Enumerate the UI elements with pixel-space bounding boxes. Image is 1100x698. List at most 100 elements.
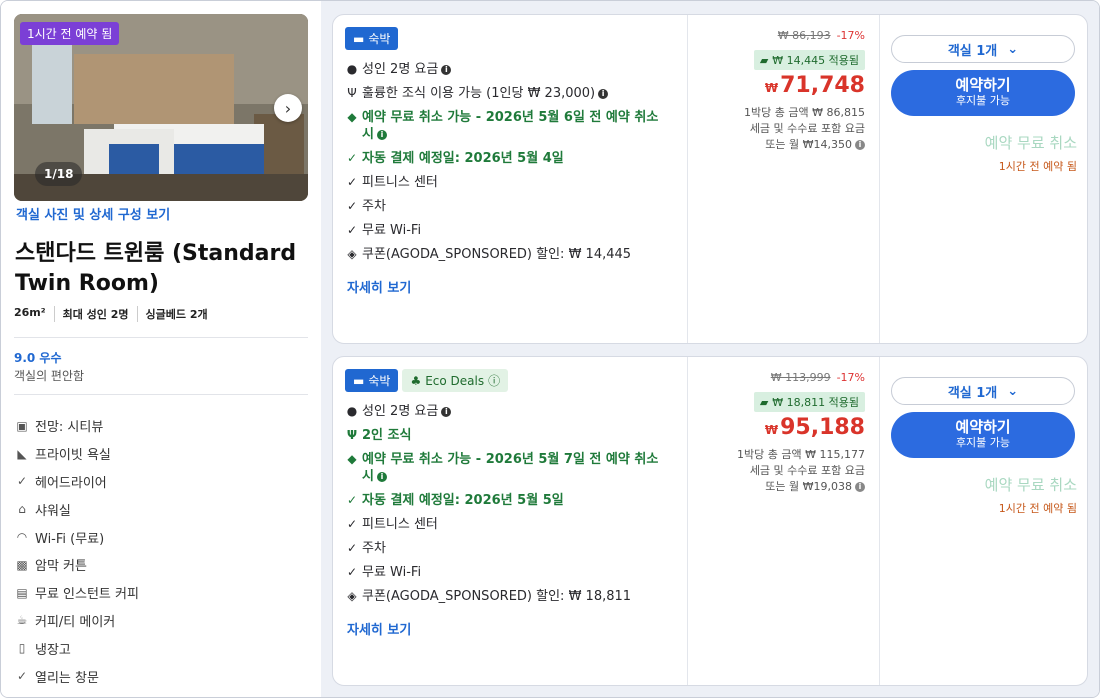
price-notes: 1박당 총 금액 ₩ 86,815 세금 및 수수료 포함 요금 또는 월 ₩1… (744, 105, 865, 153)
check-icon: ✓ (346, 175, 358, 189)
amenity-item: ☕ 커피/티 메이커 (15, 607, 139, 635)
amenity-label: 전망: 시티뷰 (35, 420, 104, 436)
feature-text: 예약 무료 취소 가능 - 2026년 5월 6일 전 예약 취소 시 (362, 110, 659, 142)
price-value: 71,748 (780, 73, 865, 98)
original-price-row: ₩ 86,193 -17% (778, 29, 865, 42)
feature-text: 무료 Wi-Fi (362, 565, 422, 580)
feature-text: 쿠폰(AGODA_SPONSORED) 할인: ₩ 18,811 (362, 589, 632, 604)
feature-item: ✓ 자동 결제 예정일: 2026년 5월 4일 (345, 150, 670, 167)
info-icon[interactable]: i (376, 471, 387, 482)
next-photo-button[interactable]: › (274, 94, 302, 122)
booked-recently-badge: 1시간 전 예약 됨 (20, 22, 120, 45)
info-icon[interactable]: i (855, 140, 865, 150)
stay-tag: ▬ 숙박 (345, 369, 399, 392)
book-button-label: 예약하기 (955, 76, 1011, 94)
divider (14, 394, 308, 395)
check-icon: ✓ (346, 541, 358, 555)
coupon-applied-label: ₩ 18,811 적용됨 (772, 396, 859, 409)
price-notes: 1박당 총 금액 ₩ 115,177 세금 및 수수료 포함 요금 또는 월 ₩… (737, 447, 865, 495)
room-quantity-select[interactable]: 객실 1개 ⌄ (891, 377, 1075, 405)
book-button-label: 예약하기 (955, 418, 1011, 436)
feature-item: ✓ 주차 (345, 198, 670, 215)
room-rating-subtitle: 객실의 편안함 (14, 369, 85, 383)
info-icon[interactable]: i (441, 64, 452, 75)
book-button[interactable]: 예약하기 후지불 가능 (891, 70, 1075, 116)
room-quantity-label: 객실 1개 (947, 385, 998, 401)
book-button-sublabel: 후지불 가능 (955, 436, 1011, 449)
coupon-applied-label: ₩ 14,445 적용됨 (772, 54, 859, 67)
blackout-curtain-icon: ▩ (16, 557, 28, 572)
more-details-link[interactable]: 자세히 보기 (347, 277, 411, 296)
amenity-list: ▣ 전망: 시티뷰 ◣ 프라이빗 욕실 ✓ 헤어드라이어 ⌂ 샤워실 ◠ Wi-Fi (무… (15, 412, 139, 690)
feature-text: 무료 Wi-Fi (362, 223, 422, 238)
amenity-item: ✓ 헤어드라이어 (15, 468, 139, 496)
view-icon: ▣ (16, 418, 28, 433)
book-button[interactable]: 예약하기 후지불 가능 (891, 412, 1075, 458)
stay-tag: ▬ 숙박 (345, 27, 399, 50)
shield-icon: ◆ (347, 110, 357, 124)
feature-item: ◈ 쿠폰(AGODA_SPONSORED) 할인: ₩ 14,445 (345, 246, 670, 263)
info-icon[interactable]: i (598, 88, 609, 99)
eco-deals-label: Eco Deals (425, 373, 485, 388)
check-icon: ✓ (16, 474, 28, 489)
feature-item: ◈ 쿠폰(AGODA_SPONSORED) 할인: ₩ 18,811 (345, 588, 670, 605)
room-offer-panel: 1시간 전 예약 됨 1/18 › 객실 사진 및 상세 구성 보기 스탠다드 … (0, 0, 1100, 698)
person-icon: ● (346, 62, 358, 76)
feature-text: 2인 조식 (362, 428, 412, 443)
info-icon[interactable]: i (441, 406, 452, 417)
more-details-link[interactable]: 자세히 보기 (347, 619, 411, 638)
free-cancel-label: 예약 무료 취소 (984, 134, 1077, 152)
feature-text: 피트니스 센터 (362, 517, 438, 532)
price-column: ₩ 86,193 -17% ▰ ₩ 14,445 적용됨 ₩71,748 1박당 … (687, 15, 877, 343)
feature-text: 주차 (362, 199, 386, 214)
feature-item: ◆ 예약 무료 취소 가능 - 2026년 5월 7일 전 예약 취소 시i (345, 451, 670, 485)
original-price-row: ₩ 113,999 -17% (771, 371, 865, 384)
room-rating: 9.0 우수 (14, 351, 62, 365)
room-photos-link[interactable]: 객실 사진 및 상세 구성 보기 (16, 204, 170, 223)
final-price: ₩95,188 (765, 415, 865, 440)
amenity-label: 프라이빗 욕실 (35, 448, 111, 464)
amenity-item: ▩ 암막 커튼 (15, 551, 139, 579)
room-info-panel: 1시간 전 예약 됨 1/18 › 객실 사진 및 상세 구성 보기 스탠다드 … (1, 1, 321, 697)
room-photo[interactable]: 1시간 전 예약 됨 1/18 › (14, 14, 308, 201)
info-icon[interactable]: ⓘ (488, 372, 500, 389)
chevron-down-icon: ⌄ (1007, 383, 1019, 399)
offer-card: ▬ 숙박 ● 성인 2명 요금 i Ψ 훌륭한 조식 이용 가능 (1인당 ₩ 23,0… (332, 14, 1088, 344)
coffee-machine-icon: ▤ (16, 585, 28, 600)
room-quantity-select[interactable]: 객실 1개 ⌄ (891, 35, 1075, 63)
amenity-item: ▤ 무료 인스턴트 커피 (15, 579, 139, 607)
feature-text: 쿠폰(AGODA_SPONSORED) 할인: ₩ 14,445 (362, 247, 632, 262)
room-size: 26m² (14, 306, 46, 319)
amenity-item: ◣ 프라이빗 욕실 (15, 440, 139, 468)
feature-text: 예약 무료 취소 가능 - 2026년 5월 7일 전 예약 취소 시 (362, 452, 659, 484)
original-price: ₩ 86,193 (777, 29, 831, 42)
coupon-icon: ▰ (759, 53, 769, 67)
amenity-label: 샤워실 (35, 503, 71, 519)
original-price: ₩ 113,999 (770, 371, 831, 384)
bed-icon: ▬ (353, 31, 365, 46)
photo-counter: 1/18 (35, 162, 83, 186)
amenity-label: 암막 커튼 (35, 559, 87, 575)
eco-leaf-icon: ♣ (410, 373, 422, 388)
amenity-label: Wi-Fi (무료) (35, 531, 105, 547)
monthly-price: 또는 월 ₩14,350 (765, 138, 852, 151)
tag-icon: ◈ (347, 247, 357, 261)
feature-item: Ψ 2인 조식 (345, 427, 670, 444)
feature-text: 성인 2명 요금 (362, 62, 439, 77)
monthly-price: 또는 월 ₩19,038 (765, 480, 852, 493)
check-icon: ✓ (346, 517, 358, 531)
amenity-label: 헤어드라이어 (35, 475, 107, 491)
cutlery-icon: Ψ (346, 428, 358, 442)
action-column: 객실 1개 ⌄ 예약하기 후지불 가능 예약 무료 취소 1시간 전 예약 됨 (879, 357, 1087, 685)
bed-icon: ▬ (353, 373, 365, 388)
feature-item: ✓ 무료 Wi-Fi (345, 222, 670, 239)
info-icon[interactable]: i (376, 129, 387, 140)
shield-icon: ◆ (347, 452, 357, 466)
info-icon[interactable]: i (855, 482, 865, 492)
feature-item: ● 성인 2명 요금 i (345, 403, 670, 420)
amenity-label: 커피/티 메이커 (35, 614, 116, 630)
feature-text: 주차 (362, 541, 386, 556)
amenity-label: 무료 인스턴트 커피 (35, 587, 139, 603)
room-meta: 26m² 최대 성인 2명 싱글베드 2개 (14, 306, 216, 322)
feature-item: ✓ 주차 (345, 540, 670, 557)
